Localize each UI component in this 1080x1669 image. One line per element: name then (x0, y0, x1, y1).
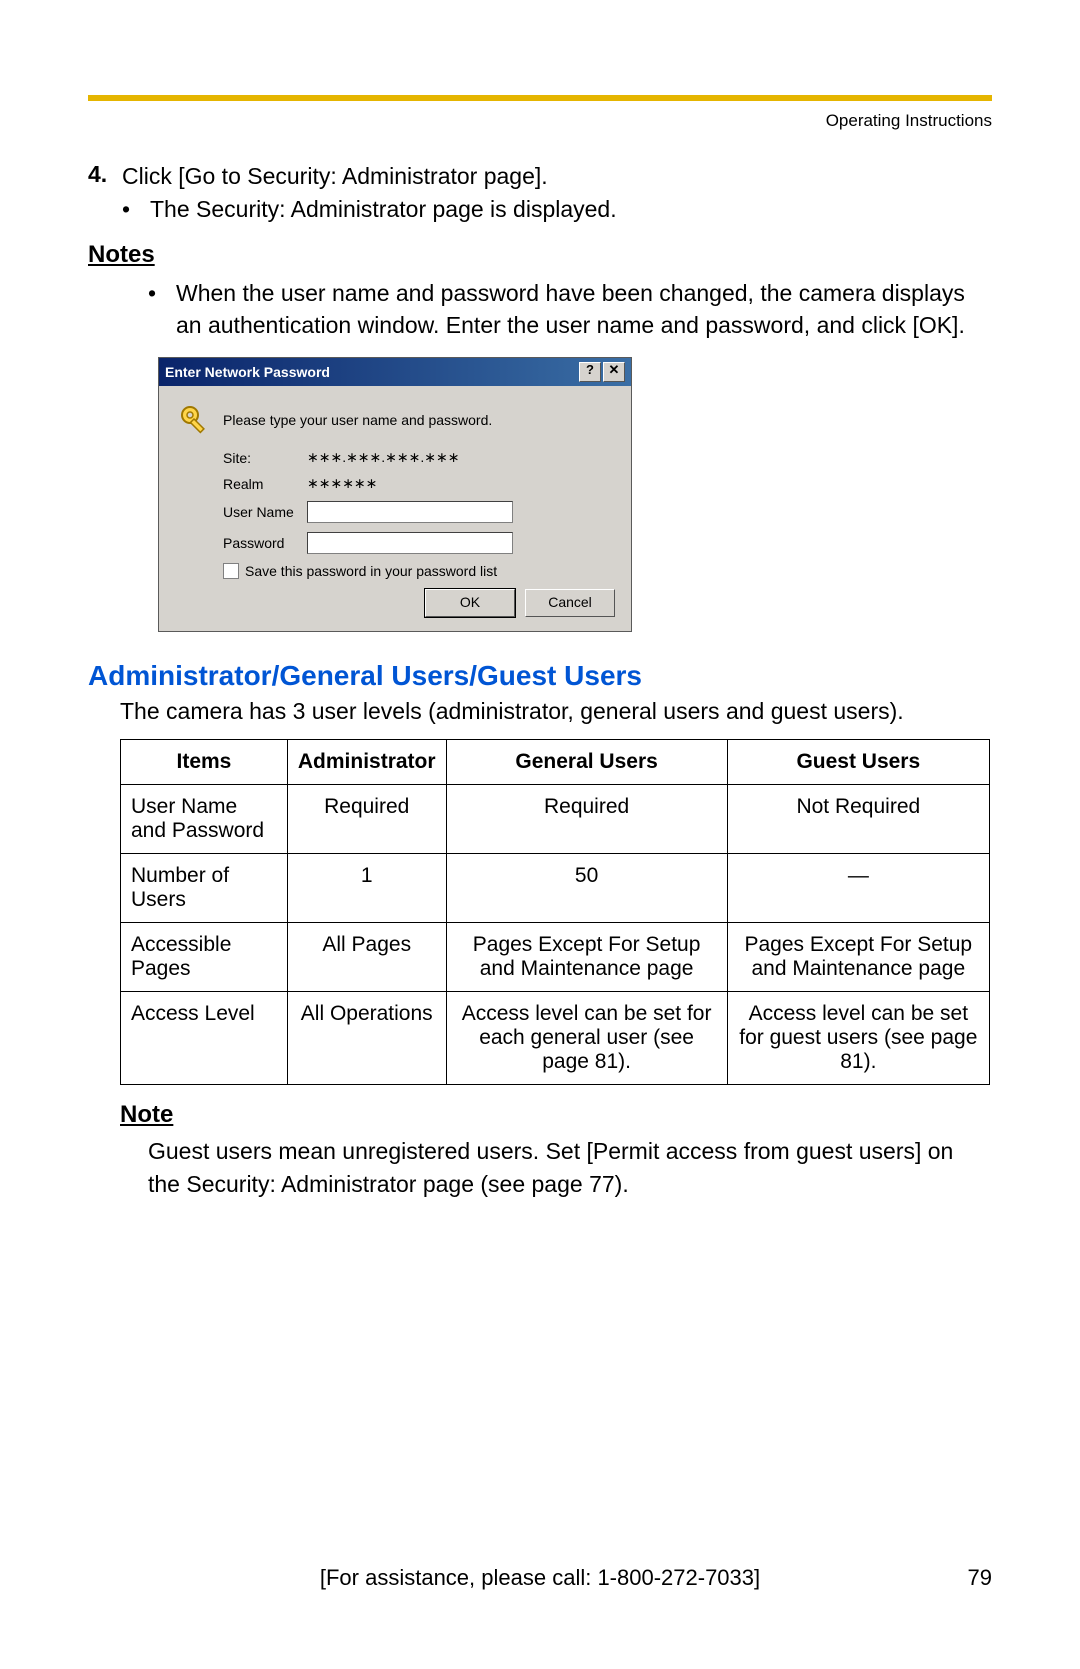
dialog-title-text: Enter Network Password (165, 364, 330, 380)
help-icon[interactable]: ? (579, 362, 601, 382)
cell: Number of Users (121, 854, 288, 923)
dialog-prompt-row: Please type your user name and password. (175, 400, 615, 440)
bullet-dot: • (148, 277, 176, 341)
table-row: Access Level All Operations Access level… (121, 992, 990, 1085)
cell: Pages Except For Setup and Maintenance p… (727, 923, 989, 992)
note2-heading: Note (120, 1101, 992, 1129)
site-row: Site: ∗∗∗.∗∗∗.∗∗∗.∗∗∗ (223, 449, 615, 466)
dialog-body: Please type your user name and password.… (159, 386, 631, 631)
cell: Pages Except For Setup and Maintenance p… (446, 923, 727, 992)
cell: User Name and Password (121, 785, 288, 854)
section-intro: The camera has 3 user levels (administra… (120, 698, 992, 725)
dialog-container: Enter Network Password ? ✕ Please ty (158, 357, 992, 632)
realm-row: Realm ∗∗∗∗∗∗ (223, 475, 615, 492)
cell: Required (446, 785, 727, 854)
user-levels-table: Items Administrator General Users Guest … (120, 739, 990, 1085)
pass-row: Password (223, 532, 615, 554)
cell: 50 (446, 854, 727, 923)
dialog-titlebar: Enter Network Password ? ✕ (159, 358, 631, 386)
step-4: 4. Click [Go to Security: Administrator … (88, 161, 992, 192)
step-text: Click [Go to Security: Administrator pag… (122, 161, 548, 192)
table-row: Accessible Pages All Pages Pages Except … (121, 923, 990, 992)
realm-label: Realm (223, 476, 307, 492)
note2-text: Guest users mean unregistered users. Set… (148, 1135, 968, 1199)
table-row: User Name and Password Required Required… (121, 785, 990, 854)
username-input[interactable] (307, 501, 513, 523)
user-label: User Name (223, 504, 307, 520)
notes-heading: Notes (88, 241, 992, 269)
site-value: ∗∗∗.∗∗∗.∗∗∗.∗∗∗ (307, 449, 459, 466)
cell: Not Required (727, 785, 989, 854)
cancel-button[interactable]: Cancel (525, 589, 615, 617)
step-sub-bullet: • The Security: Administrator page is di… (122, 196, 992, 223)
password-input[interactable] (307, 532, 513, 554)
bullet-dot: • (122, 196, 150, 223)
cell: Required (287, 785, 446, 854)
th-general: General Users (446, 740, 727, 785)
pass-label: Password (223, 535, 307, 551)
save-password-checkbox[interactable] (223, 563, 239, 579)
save-password-label: Save this password in your password list (245, 563, 497, 579)
close-icon[interactable]: ✕ (603, 362, 625, 382)
section-heading: Administrator/General Users/Guest Users (88, 660, 992, 692)
th-guest: Guest Users (727, 740, 989, 785)
table-row: Number of Users 1 50 — (121, 854, 990, 923)
step-number: 4. (88, 161, 122, 188)
cell: 1 (287, 854, 446, 923)
dialog-prompt: Please type your user name and password. (223, 412, 492, 428)
site-label: Site: (223, 450, 307, 466)
notes-bullet: • When the user name and password have b… (148, 277, 992, 341)
step-sub-text: The Security: Administrator page is disp… (150, 196, 617, 223)
header-label: Operating Instructions (88, 111, 992, 131)
user-row: User Name (223, 501, 615, 523)
dialog-buttons: OK Cancel (175, 589, 615, 617)
cell: Accessible Pages (121, 923, 288, 992)
auth-dialog: Enter Network Password ? ✕ Please ty (158, 357, 632, 632)
cell: Access level can be set for each general… (446, 992, 727, 1085)
th-admin: Administrator (287, 740, 446, 785)
notes-text: When the user name and password have bee… (176, 277, 992, 341)
th-items: Items (121, 740, 288, 785)
cell: All Pages (287, 923, 446, 992)
cell: Access Level (121, 992, 288, 1085)
cell: Access level can be set for guest users … (727, 992, 989, 1085)
top-rule (88, 95, 992, 101)
cell: — (727, 854, 989, 923)
realm-value: ∗∗∗∗∗∗ (307, 475, 377, 492)
table-header-row: Items Administrator General Users Guest … (121, 740, 990, 785)
page-content: Operating Instructions 4. Click [Go to S… (0, 0, 1080, 1200)
key-icon (175, 400, 215, 440)
cell: All Operations (287, 992, 446, 1085)
footer-assist: [For assistance, please call: 1-800-272-… (0, 1565, 1080, 1591)
save-pass-row: Save this password in your password list (223, 563, 615, 579)
page-number: 79 (968, 1565, 992, 1591)
ok-button[interactable]: OK (425, 589, 515, 617)
